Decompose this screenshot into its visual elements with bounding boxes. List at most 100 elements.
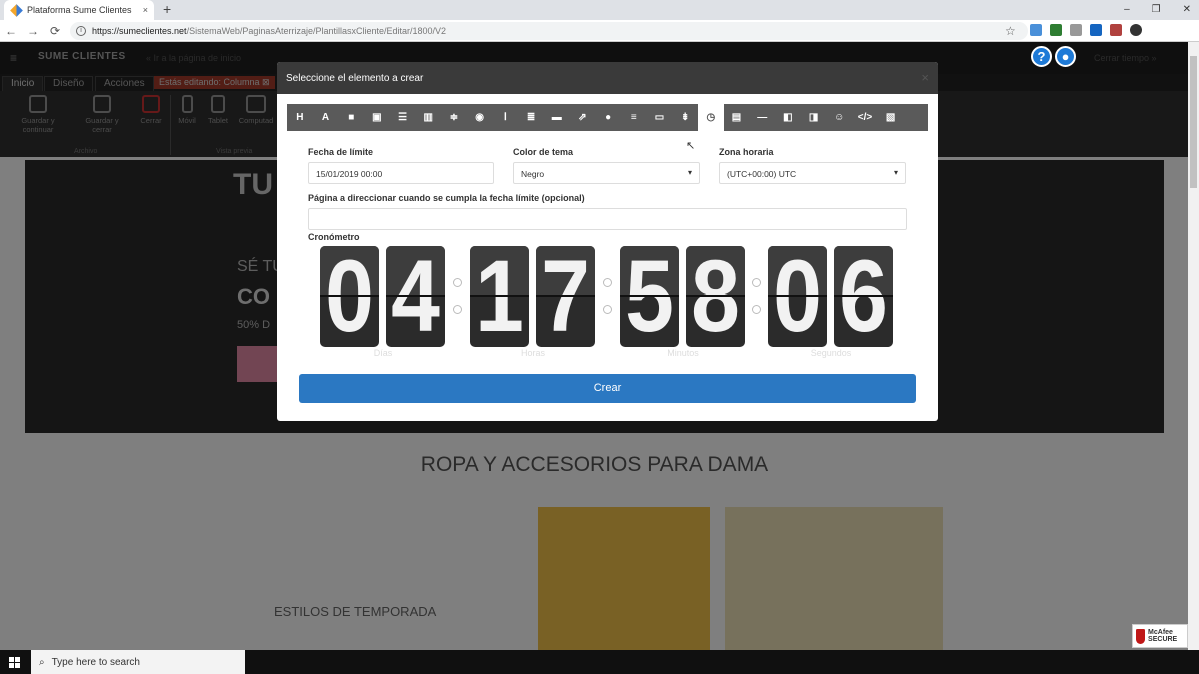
extension-icon[interactable] — [1110, 24, 1122, 36]
maximize-button[interactable]: ❐ — [1152, 4, 1161, 15]
fecha-limite-input[interactable]: 15/01/2019 00:00 — [308, 162, 494, 184]
clock-digit: 0 — [768, 246, 827, 347]
back-button[interactable]: ← — [0, 24, 22, 38]
hr-icon[interactable]: — — [749, 104, 775, 131]
table-icon[interactable]: ▤ — [724, 104, 750, 131]
profile-icon[interactable] — [1130, 24, 1142, 36]
clock-digit: 7 — [536, 246, 595, 347]
page-scrollbar[interactable] — [1188, 42, 1199, 650]
clock-digit: 0 — [320, 246, 379, 347]
extension-icon[interactable] — [1070, 24, 1082, 36]
redirect-page-input[interactable] — [308, 208, 907, 230]
panel-icon[interactable]: ◧ — [775, 104, 801, 131]
clock-digit: 8 — [686, 246, 745, 347]
favicon-icon — [10, 3, 23, 17]
chat-icon[interactable]: ● — [1055, 46, 1076, 67]
clock-icon[interactable]: ◷ — [698, 104, 724, 131]
url-path: /SistemaWeb/PaginasAterrizaje/Plantillas… — [186, 26, 447, 36]
zona-horaria-value: (UTC+00:00) UTC — [727, 169, 797, 179]
heading-icon[interactable]: H — [287, 104, 313, 131]
create-button[interactable]: Crear — [299, 374, 916, 403]
browser-tabbar: Plataforma Sume Clientes × + – ❐ ✕ — [0, 0, 1199, 20]
menu-icon[interactable]: ≡ — [621, 104, 647, 131]
close-window-button[interactable]: ✕ — [1183, 4, 1191, 15]
scrollbar-thumb[interactable] — [1190, 56, 1197, 188]
mcafee-label: McAfee SECURE — [1148, 629, 1178, 643]
window-controls: – ❐ ✕ — [1124, 0, 1191, 18]
mouse-cursor-icon: ↖ — [686, 140, 696, 152]
taskbar-search[interactable]: ⌕ Type here to search — [31, 650, 245, 674]
fecha-label: Fecha de límite — [308, 147, 374, 157]
code-icon[interactable]: </> — [852, 104, 878, 131]
color-tema-select[interactable]: Negro ▾ — [513, 162, 700, 184]
url-host: https://sumeclientes.net — [92, 26, 187, 36]
lines-icon[interactable]: ≣ — [518, 104, 544, 131]
zona-horaria-select[interactable]: (UTC+00:00) UTC ▾ — [719, 162, 906, 184]
element-type-toolbar: H A ■ ▣ ☰ ▥ ≑ ◉ Ⅰ ≣ ▬ ⇗ ● ≡ ▭ ⇟ ◷ ▤ — ◧ ◨ ☺ </> ▧ — [287, 104, 928, 131]
unit-label: Horas — [520, 348, 545, 358]
clock-digit: 5 — [620, 246, 679, 347]
browser-tab[interactable]: Plataforma Sume Clientes × — [4, 0, 154, 20]
bar-icon[interactable]: ▭ — [647, 104, 673, 131]
create-element-modal: Seleccione el elemento a crear × H A ■ ▣ ☰ ▥ ≑… — [277, 62, 938, 421]
color-label: Color de tema — [513, 147, 574, 157]
widget-icon[interactable]: ▧ — [878, 104, 904, 131]
new-tab-button[interactable]: + — [163, 1, 171, 17]
taskbar: ⌕ Type here to search — [0, 650, 1199, 674]
clock-digit: 4 — [386, 246, 445, 347]
banner-icon[interactable]: ▬ — [544, 104, 570, 131]
chevron-down-icon: ▾ — [893, 168, 898, 177]
minimize-button[interactable]: – — [1124, 4, 1130, 15]
bookmark-star-icon[interactable]: ☆ — [1005, 24, 1016, 38]
mcafee-badge[interactable]: McAfee SECURE — [1132, 624, 1188, 648]
separator-dot — [453, 278, 462, 287]
text-icon[interactable]: A — [313, 104, 339, 131]
tab-close-icon[interactable]: × — [143, 5, 148, 15]
url-field[interactable]: i https://sumeclientes.net/SistemaWeb/Pa… — [70, 22, 1028, 40]
image-icon[interactable]: ▣ — [364, 104, 390, 131]
separator-dot — [603, 305, 612, 314]
modal-header: Seleccione el elemento a crear — [277, 62, 938, 94]
extension-icon[interactable] — [1050, 24, 1062, 36]
divider-v-icon[interactable]: Ⅰ — [493, 104, 519, 131]
tab-title: Plataforma Sume Clientes — [27, 5, 132, 15]
separator-dot — [603, 278, 612, 287]
extension-icon[interactable] — [1090, 24, 1102, 36]
help-icon[interactable]: ? — [1031, 46, 1052, 67]
chat-icon[interactable]: ● — [595, 104, 621, 131]
radio-icon[interactable]: ◉ — [467, 104, 493, 131]
separator-dot — [752, 278, 761, 287]
list-icon[interactable]: ☰ — [390, 104, 416, 131]
separator-dot — [453, 305, 462, 314]
slider-icon[interactable]: ≑ — [441, 104, 467, 131]
info-icon[interactable]: i — [76, 26, 86, 36]
unit-label: Segundos — [810, 348, 852, 358]
emoji-icon[interactable]: ☺ — [826, 104, 852, 131]
clock-digit: 1 — [470, 246, 529, 347]
unit-label: Días — [373, 348, 393, 358]
block-icon[interactable]: ■ — [338, 104, 364, 131]
zona-label: Zona horaria — [719, 147, 774, 157]
share-icon[interactable]: ⇗ — [570, 104, 596, 131]
redirect-label: Página a direccionar cuando se cumpla la… — [308, 193, 585, 203]
search-icon: ⌕ — [39, 656, 45, 668]
address-bar-row: ← → ⟳ i https://sumeclientes.net/Sistema… — [0, 20, 1199, 42]
unit-label: Minutos — [667, 348, 699, 358]
cronometro-label: Cronómetro — [308, 232, 360, 242]
clock-digit: 6 — [834, 246, 893, 347]
extension-icon[interactable] — [1030, 24, 1042, 36]
separator-dot — [752, 305, 761, 314]
forward-button[interactable]: → — [22, 24, 44, 38]
modal-close-icon[interactable]: × — [921, 70, 929, 85]
shield-icon — [1136, 628, 1146, 644]
scroll-icon[interactable]: ⇟ — [672, 104, 698, 131]
chevron-down-icon: ▾ — [687, 168, 692, 177]
extensions — [1030, 24, 1142, 36]
windows-start-icon[interactable] — [9, 657, 20, 668]
map-icon[interactable]: ◨ — [801, 104, 827, 131]
color-tema-value: Negro — [521, 169, 545, 179]
columns-icon[interactable]: ▥ — [415, 104, 441, 131]
search-placeholder: Type here to search — [51, 656, 140, 668]
modal-title: Seleccione el elemento a crear — [286, 73, 424, 84]
reload-button[interactable]: ⟳ — [44, 24, 66, 38]
